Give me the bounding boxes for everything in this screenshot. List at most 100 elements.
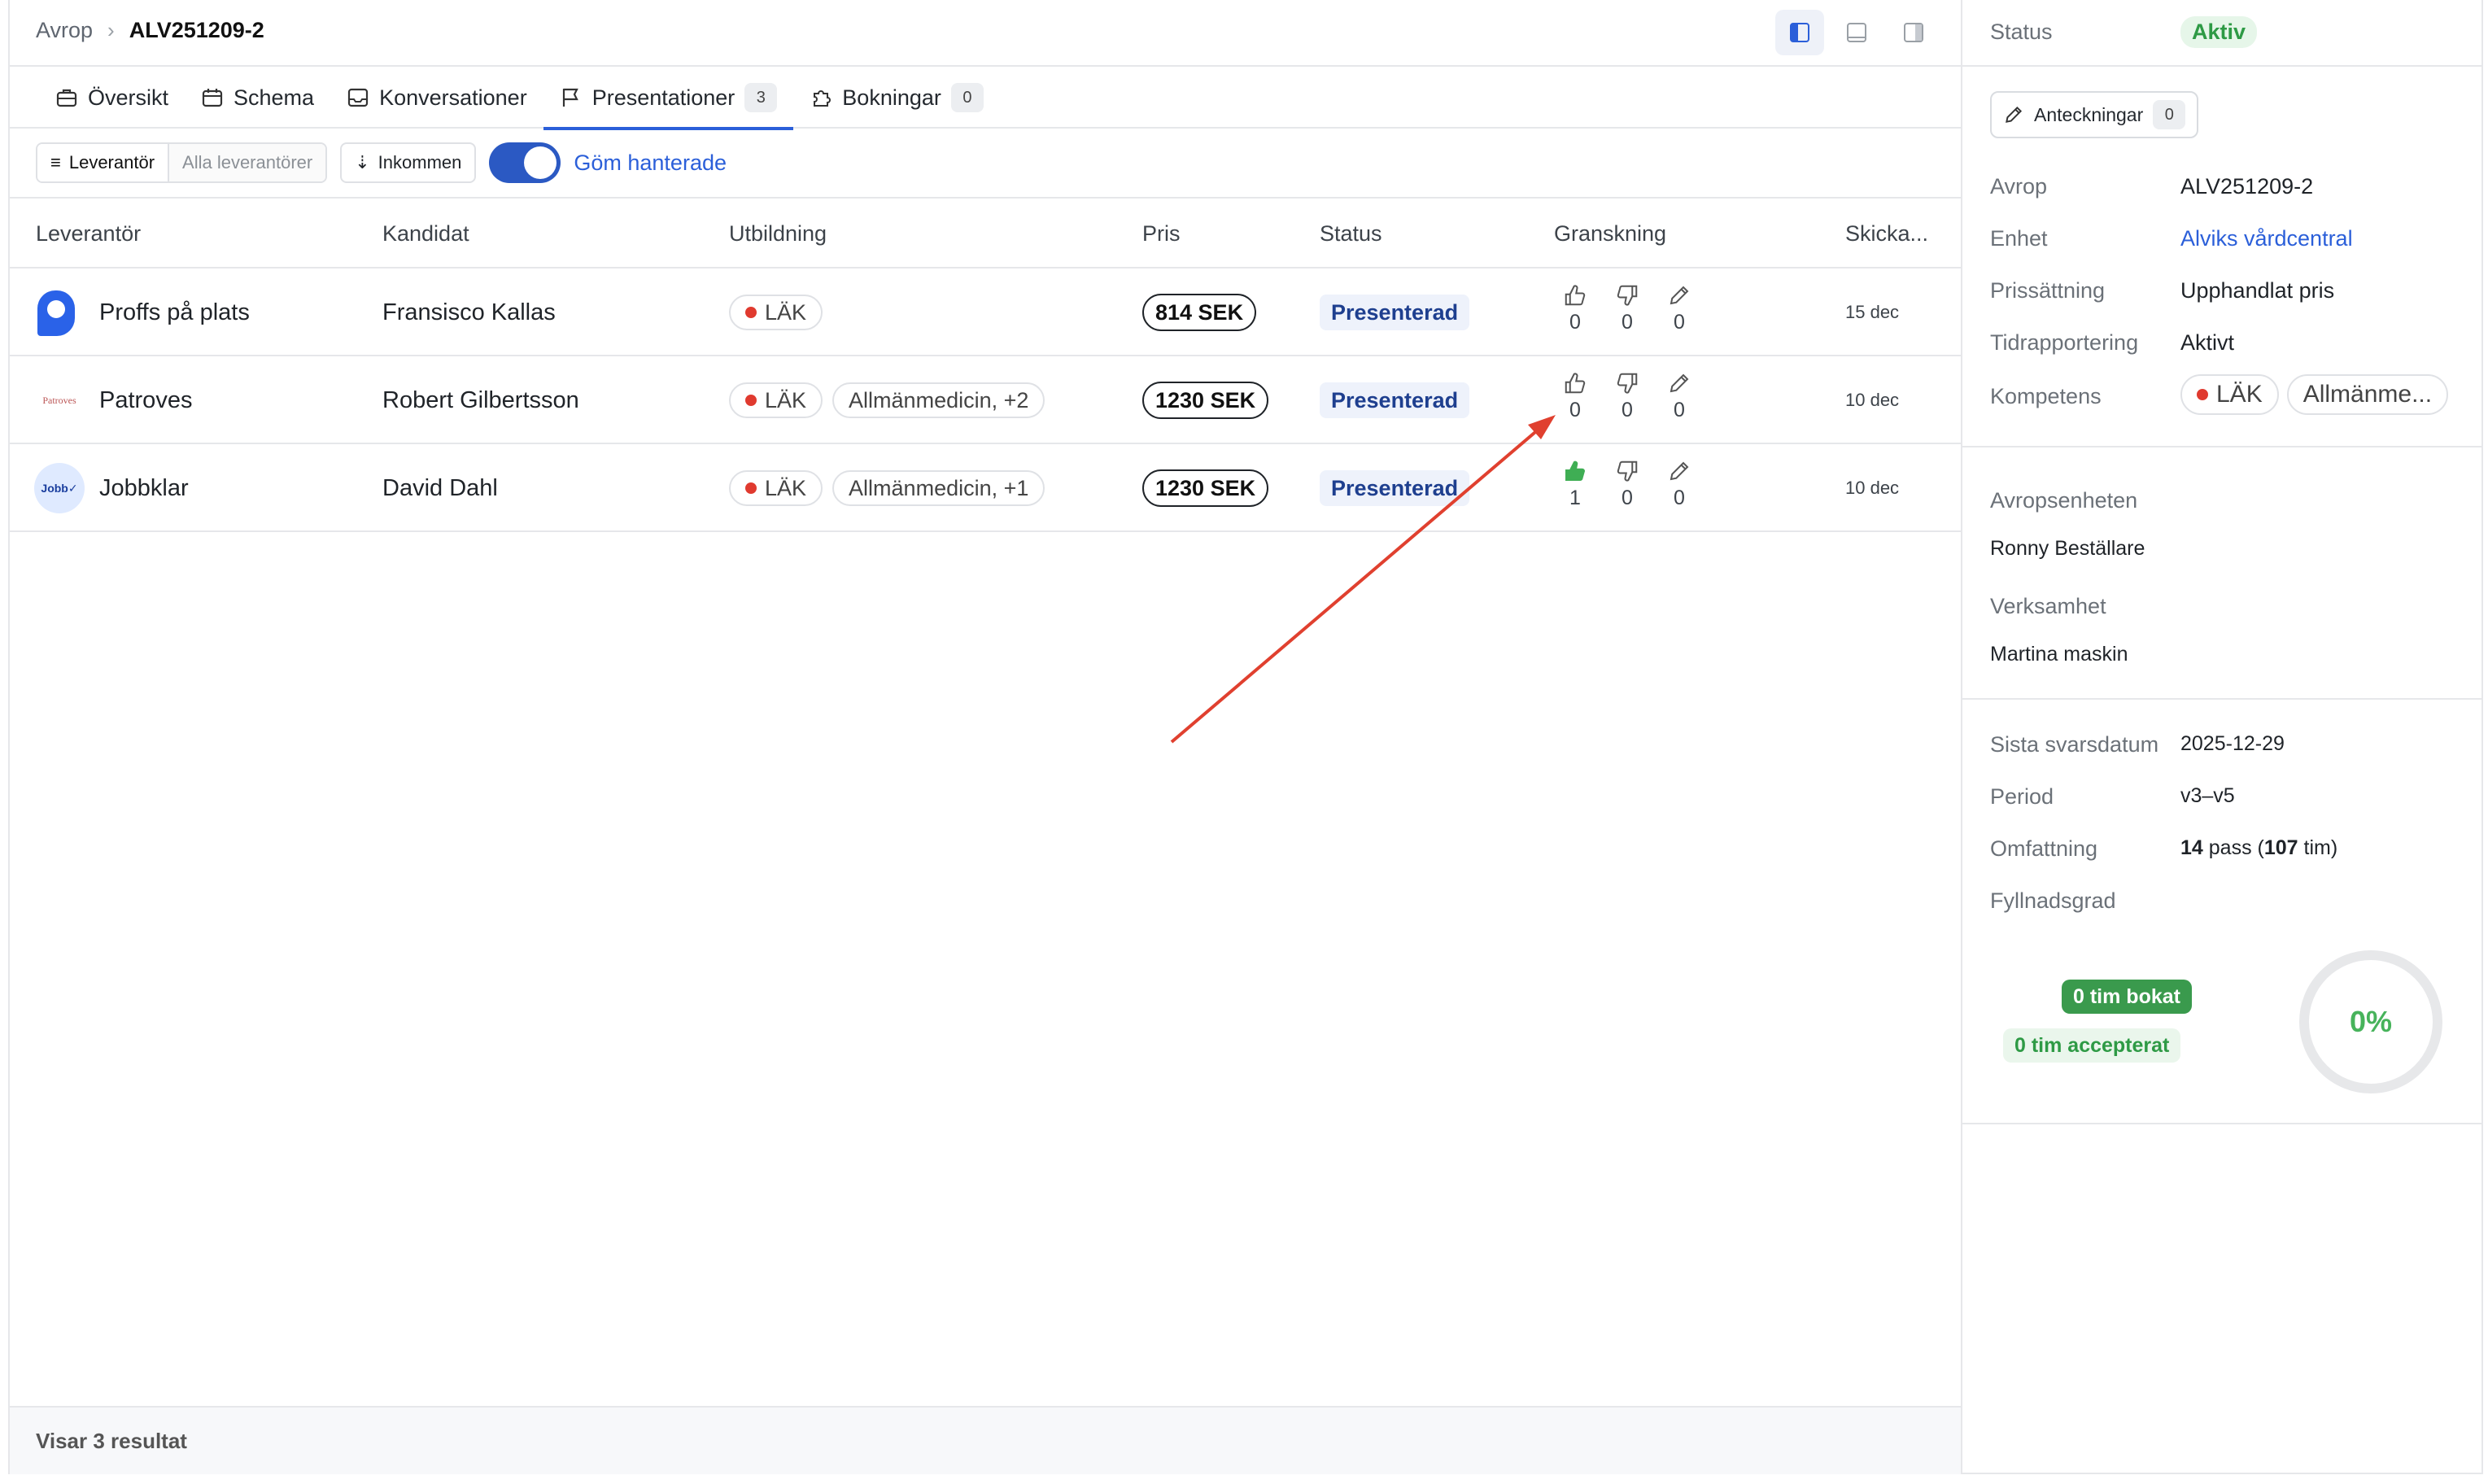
table-row[interactable]: Patroves Patroves Robert Gilbertsson LÄK… <box>10 356 1962 444</box>
col-header-price[interactable]: Pris <box>1142 221 1181 247</box>
edit-review[interactable]: 0 <box>1663 459 1696 510</box>
col-header-education[interactable]: Utbildning <box>729 221 827 247</box>
thumbs-down-count: 0 <box>1622 311 1633 334</box>
status-cell: Presenterad <box>1320 268 1470 356</box>
sort-button[interactable]: ⇣ Inkommen <box>340 142 477 183</box>
notes-label: Anteckningar <box>2034 103 2144 125</box>
thumbs-down-vote[interactable]: 0 <box>1611 283 1643 334</box>
price-badge: 1230 SEK <box>1142 382 1269 419</box>
hide-handled-toggle[interactable] <box>489 142 561 183</box>
fill-rate-gauge: 0% <box>2299 950 2442 1093</box>
all-suppliers-option[interactable]: Alla leverantörer <box>168 144 326 181</box>
competence-label: Kompetens <box>1990 384 2102 408</box>
tab-bokningar[interactable]: Bokningar 0 <box>793 67 1000 129</box>
supplier-segmented-control: ≡ Leverantör Alla leverantörer <box>36 142 328 183</box>
tab-schema[interactable]: Schema <box>185 67 330 129</box>
scope-label: Omfattning <box>1990 836 2098 861</box>
supplier-name: Jobbklar <box>99 474 189 501</box>
sent-date: 15 dec <box>1845 302 1900 322</box>
thumbs-up-filled-icon <box>1565 460 1586 481</box>
education-chip: LÄK <box>729 295 823 330</box>
thumbs-down-icon <box>1617 373 1638 394</box>
notes-button[interactable]: Anteckningar 0 <box>1990 91 2199 138</box>
notes-count: 0 <box>2153 100 2186 129</box>
details-side-panel: Status Aktiv Anteckningar 0 Avrop ALV251… <box>1961 0 2483 1474</box>
thumbs-up-count: 1 <box>1569 487 1581 509</box>
status-badge: Presenterad <box>1320 382 1470 418</box>
col-header-candidate[interactable]: Kandidat <box>382 221 469 247</box>
thumbs-up-vote[interactable]: 1 <box>1559 459 1591 510</box>
briefcase-icon <box>55 86 78 109</box>
education-chip: LÄK <box>729 382 823 418</box>
status-cell: Presenterad <box>1320 444 1470 532</box>
thumbs-up-count: 0 <box>1569 311 1581 334</box>
specialty-chip: Allmänmedicin, +2 <box>832 382 1045 418</box>
thumbs-up-count: 0 <box>1569 399 1581 421</box>
filter-bar: ≡ Leverantör Alla leverantörer ⇣ Inkomme… <box>10 129 1962 199</box>
edit-review[interactable]: 0 <box>1663 283 1696 334</box>
supplier-filter-option[interactable]: ≡ Leverantör <box>37 144 168 181</box>
layout-left-panel-button[interactable] <box>1775 10 1824 55</box>
business-label: Verksamhet <box>1990 594 2106 618</box>
contacts-section: Avropsenheten Ronny Beställare Verksamhe… <box>1962 447 2483 700</box>
thumbs-down-count: 0 <box>1622 399 1633 421</box>
enhet-link[interactable]: Alviks vårdcentral <box>2180 226 2353 251</box>
table-row[interactable]: Proffs på plats Fransisco Kallas LÄK 814… <box>10 268 1962 356</box>
edit-count: 0 <box>1674 399 1685 421</box>
hide-handled-label[interactable]: Göm hanterade <box>574 151 727 176</box>
thumbs-up-icon <box>1565 285 1586 306</box>
competence-chip: LÄK <box>2180 374 2279 415</box>
toggle-knob <box>524 146 557 179</box>
app: Avrop › ALV251209-2 Översikt Schema Konv… <box>0 0 2488 1484</box>
col-header-status[interactable]: Status <box>1320 221 1382 247</box>
panel-bottom-icon <box>1847 23 1866 42</box>
sent-date: 10 dec <box>1845 478 1900 498</box>
breadcrumb-root[interactable]: Avrop <box>36 18 93 43</box>
accepted-hours-badge: 0 tim accepterat <box>2003 1028 2181 1063</box>
candidate-name: David Dahl <box>382 474 498 501</box>
col-header-sent[interactable]: Skicka... <box>1845 221 1928 247</box>
tab-bar: Översikt Schema Konversationer Presentat… <box>10 67 1962 130</box>
thumbs-up-vote[interactable]: 0 <box>1559 283 1591 334</box>
layout-right-panel-button[interactable] <box>1889 10 1938 55</box>
competence-chips: LÄK Allmänme... <box>2180 374 2456 415</box>
tab-presentationer[interactable]: Presentationer 3 <box>543 67 794 130</box>
chevron-right-icon: › <box>107 18 115 42</box>
edit-review[interactable]: 0 <box>1663 371 1696 422</box>
candidate-name: Fransisco Kallas <box>382 299 556 325</box>
supplier-filter-label: Leverantör <box>68 152 155 172</box>
puzzle-icon <box>810 86 832 109</box>
tab-oversikt[interactable]: Översikt <box>39 67 185 129</box>
tab-label: Översikt <box>88 85 169 110</box>
breadcrumb-current: ALV251209-2 <box>129 18 264 42</box>
main-panel: Avrop › ALV251209-2 Översikt Schema Konv… <box>8 0 1962 1474</box>
thumbs-up-icon <box>1565 373 1586 394</box>
col-header-supplier[interactable]: Leverantör <box>36 221 141 247</box>
status-label: Status <box>1990 20 2053 44</box>
ordering-unit-label: Avropsenheten <box>1990 488 2138 513</box>
thumbs-up-vote[interactable]: 0 <box>1559 371 1591 422</box>
results-footer: Visar 3 resultat <box>10 1406 1962 1474</box>
price-badge: 814 SEK <box>1142 294 1257 331</box>
pencil-icon <box>1670 461 1689 481</box>
thumbs-down-vote[interactable]: 0 <box>1611 459 1643 510</box>
tab-count-badge: 0 <box>950 83 984 112</box>
supplier-cell: Jobb✓ Jobbklar <box>34 444 189 532</box>
table-row[interactable]: Jobb✓ Jobbklar David Dahl LÄK Allmänmedi… <box>10 444 1962 532</box>
supplier-cell: Patroves Patroves <box>34 356 192 444</box>
fill-rate-label: Fyllnadsgrad <box>1990 888 2116 913</box>
thumbs-down-icon <box>1617 460 1638 482</box>
supplier-logo <box>34 287 85 338</box>
edit-count: 0 <box>1674 311 1685 334</box>
candidate-name: Robert Gilbertsson <box>382 386 579 413</box>
layout-bottom-panel-button[interactable] <box>1832 10 1881 55</box>
scope-value: 14 pass (107 tim) <box>2180 836 2338 859</box>
specialty-chip: Allmänmedicin, +1 <box>832 470 1045 506</box>
time-reporting-label: Tidrapportering <box>1990 330 2139 355</box>
panel-left-icon <box>1790 23 1809 42</box>
enhet-label: Enhet <box>1990 226 2048 251</box>
thumbs-down-vote[interactable]: 0 <box>1611 371 1643 422</box>
tab-konversationer[interactable]: Konversationer <box>330 67 543 129</box>
col-header-review[interactable]: Granskning <box>1554 221 1666 247</box>
education-cell: LÄK <box>729 268 832 356</box>
